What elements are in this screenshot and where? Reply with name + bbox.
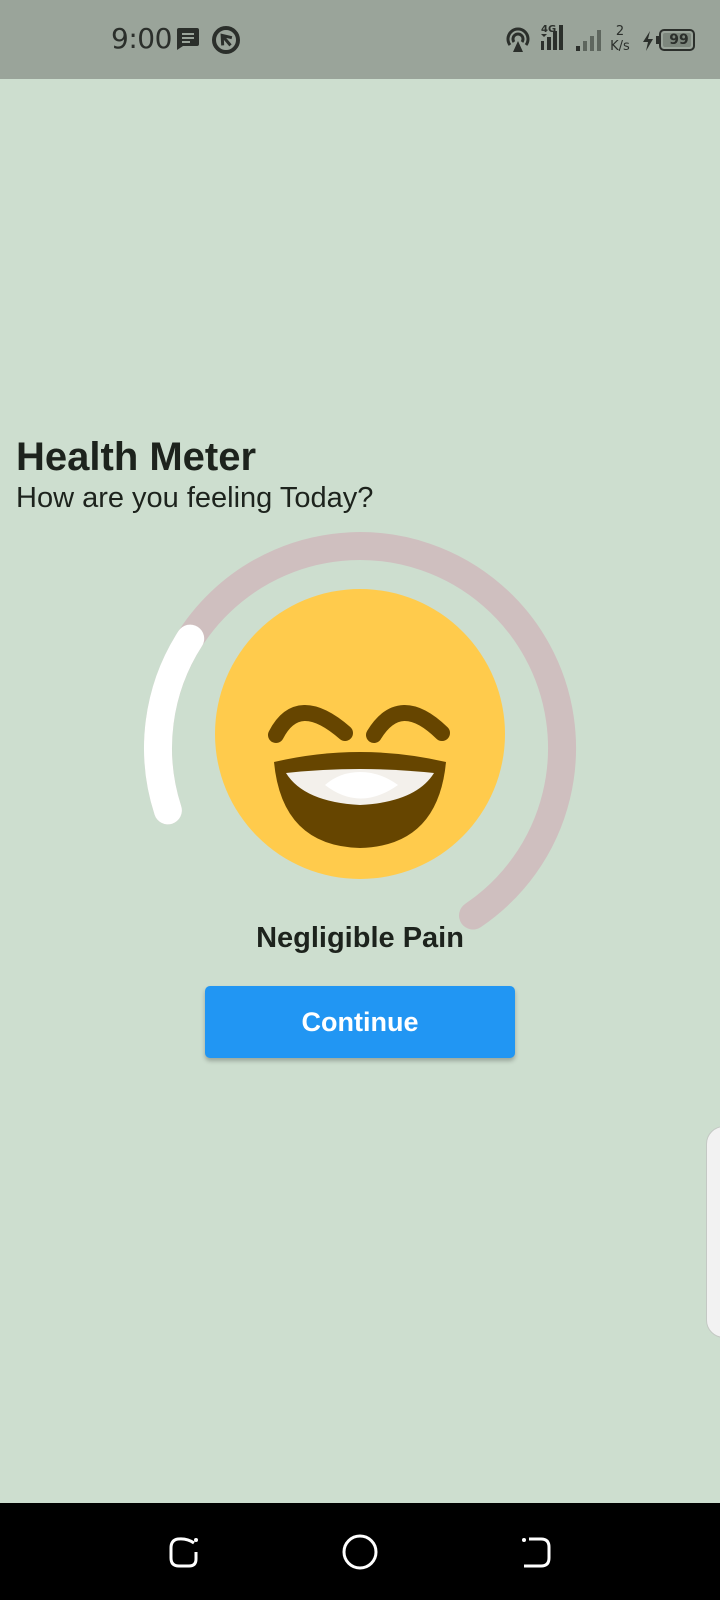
- recents-button[interactable]: [162, 1530, 206, 1574]
- grinning-face-icon: [215, 589, 505, 879]
- health-meter: [0, 0, 720, 1600]
- home-button[interactable]: [338, 1530, 382, 1574]
- continue-button[interactable]: Continue: [205, 986, 515, 1058]
- pain-status-label: Negligible Pain: [256, 922, 464, 954]
- health-meter-graphic: [144, 532, 577, 930]
- back-button[interactable]: [514, 1530, 558, 1574]
- meter-level[interactable]: [144, 624, 205, 825]
- side-panel-handle[interactable]: [706, 1126, 720, 1338]
